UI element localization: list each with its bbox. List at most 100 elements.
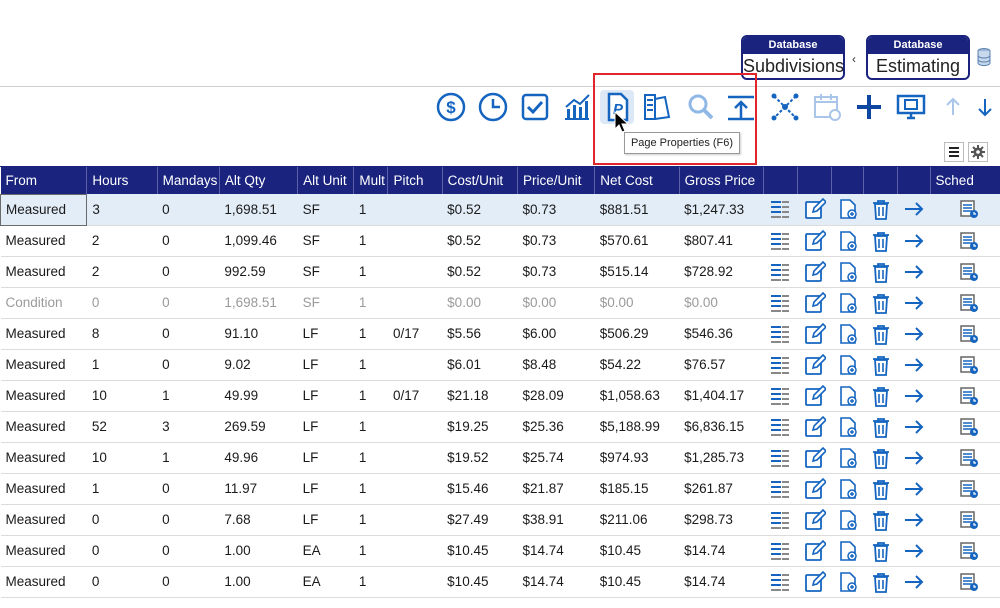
table-cell[interactable]: 0 — [157, 225, 220, 257]
table-cell[interactable]: $974.93 — [594, 442, 680, 474]
table-cell[interactable]: 8 — [86, 318, 158, 350]
table-cell[interactable]: SF — [297, 287, 354, 319]
edit-icon[interactable] — [797, 318, 832, 350]
details-icon[interactable] — [763, 318, 798, 350]
table-cell[interactable]: 0 — [86, 287, 158, 319]
table-cell[interactable]: 11.97 — [219, 473, 298, 505]
menu-icon[interactable] — [944, 142, 964, 162]
details-icon[interactable] — [763, 473, 798, 505]
table-cell[interactable]: 269.59 — [219, 411, 298, 443]
table-cell[interactable]: $0.00 — [594, 287, 680, 319]
edit-icon[interactable] — [797, 225, 832, 257]
table-cell[interactable]: $5.56 — [442, 318, 518, 350]
table-cell[interactable]: $515.14 — [594, 256, 680, 288]
details-icon[interactable] — [763, 225, 798, 257]
edit-icon[interactable] — [797, 287, 832, 319]
schedule-icon[interactable] — [930, 287, 1000, 319]
table-cell[interactable] — [387, 473, 443, 505]
table-row[interactable]: Measured 2 0 1,099.46 SF 1 $0.52 $0.73 $570.61 $8… — [0, 225, 1000, 257]
table-cell[interactable]: 2 — [86, 256, 158, 288]
clock-icon[interactable] — [476, 90, 510, 124]
table-cell[interactable]: 1 — [157, 442, 220, 474]
add-document-icon[interactable] — [831, 411, 864, 443]
table-cell[interactable]: $546.36 — [679, 318, 764, 350]
details-icon[interactable] — [763, 535, 798, 567]
table-cell[interactable]: Measured — [0, 442, 87, 474]
checkbox-icon[interactable] — [518, 90, 552, 124]
table-row[interactable]: Condition 0 0 1,698.51 SF 1 $0.00 $0.00 $0.00 $0.… — [0, 287, 1000, 319]
monitor-icon[interactable] — [894, 90, 928, 124]
table-cell[interactable]: SF — [297, 256, 354, 288]
table-cell[interactable] — [387, 287, 443, 319]
table-cell[interactable]: 1 — [353, 256, 388, 288]
schedule-icon[interactable] — [930, 504, 1000, 536]
table-cell[interactable]: $14.74 — [679, 566, 764, 598]
table-cell[interactable]: $298.73 — [679, 504, 764, 536]
details-icon[interactable] — [763, 411, 798, 443]
schedule-icon[interactable] — [930, 535, 1000, 567]
plus-icon[interactable] — [852, 90, 886, 124]
delete-icon[interactable] — [863, 442, 898, 474]
table-cell[interactable]: 0 — [157, 535, 220, 567]
table-cell[interactable]: 1,698.51 — [219, 194, 298, 226]
edit-icon[interactable] — [797, 473, 832, 505]
table-cell[interactable]: 1 — [353, 349, 388, 381]
table-cell[interactable]: $881.51 — [594, 194, 680, 226]
table-cell[interactable]: 992.59 — [219, 256, 298, 288]
column-header[interactable]: Cost/Unit — [442, 167, 518, 194]
table-cell[interactable]: $0.52 — [442, 256, 518, 288]
table-cell[interactable]: 1 — [353, 504, 388, 536]
table-cell[interactable]: LF — [297, 473, 354, 505]
column-header[interactable]: Alt Unit — [297, 167, 355, 194]
table-cell[interactable]: $21.18 — [442, 380, 518, 412]
edit-icon[interactable] — [797, 256, 832, 288]
table-cell[interactable]: $0.00 — [517, 287, 595, 319]
calendar-icon[interactable] — [810, 90, 844, 124]
table-cell[interactable]: 1 — [353, 566, 388, 598]
column-header[interactable]: Pitch — [387, 167, 443, 194]
table-cell[interactable]: $19.25 — [442, 411, 518, 443]
table-cell[interactable]: EA — [297, 535, 354, 567]
table-cell[interactable]: Measured — [0, 349, 87, 381]
column-header[interactable]: Sched — [930, 167, 1000, 194]
table-cell[interactable]: $76.57 — [679, 349, 764, 381]
table-cell[interactable]: 1 — [157, 380, 220, 412]
table-cell[interactable]: LF — [297, 504, 354, 536]
database-estimating-button[interactable]: Database Estimating — [866, 35, 970, 80]
table-cell[interactable]: 1 — [353, 287, 388, 319]
table-row[interactable]: Measured 0 0 1.00 EA 1 $10.45 $14.74 $10.45 $14.7… — [0, 566, 1000, 598]
table-cell[interactable]: 1 — [86, 349, 158, 381]
table-row[interactable]: Measured 0 0 7.68 LF 1 $27.49 $38.91 $211.06 $298… — [0, 504, 1000, 536]
table-cell[interactable]: $10.45 — [594, 566, 680, 598]
table-cell[interactable]: 0 — [157, 349, 220, 381]
table-cell[interactable] — [387, 349, 443, 381]
arrow-right-icon[interactable] — [897, 535, 931, 567]
table-cell[interactable] — [387, 566, 443, 598]
table-cell[interactable]: $728.92 — [679, 256, 764, 288]
table-cell[interactable]: Measured — [0, 380, 87, 412]
table-cell[interactable]: 1 — [353, 318, 388, 350]
table-cell[interactable]: $211.06 — [594, 504, 680, 536]
database-icon[interactable] — [977, 48, 991, 66]
table-cell[interactable] — [387, 194, 443, 226]
arrow-right-icon[interactable] — [897, 411, 931, 443]
table-cell[interactable]: Measured — [0, 193, 88, 226]
table-cell[interactable]: LF — [297, 318, 354, 350]
table-cell[interactable]: 10 — [86, 380, 158, 412]
dollar-icon[interactable]: $ — [434, 90, 468, 124]
column-header[interactable]: Mandays — [157, 167, 220, 194]
edit-icon[interactable] — [797, 194, 832, 226]
edit-icon[interactable] — [797, 535, 832, 567]
column-header[interactable]: Price/Unit — [517, 167, 596, 194]
table-cell[interactable]: 1 — [353, 225, 388, 257]
edit-icon[interactable] — [797, 504, 832, 536]
table-cell[interactable] — [387, 256, 443, 288]
column-header[interactable] — [897, 167, 931, 194]
add-document-icon[interactable] — [831, 566, 864, 598]
edit-icon[interactable] — [797, 380, 832, 412]
add-document-icon[interactable] — [831, 318, 864, 350]
table-cell[interactable]: $807.41 — [679, 225, 764, 257]
table-cell[interactable]: 3 — [157, 411, 220, 443]
schedule-icon[interactable] — [930, 411, 1000, 443]
arrow-right-icon[interactable] — [897, 504, 931, 536]
